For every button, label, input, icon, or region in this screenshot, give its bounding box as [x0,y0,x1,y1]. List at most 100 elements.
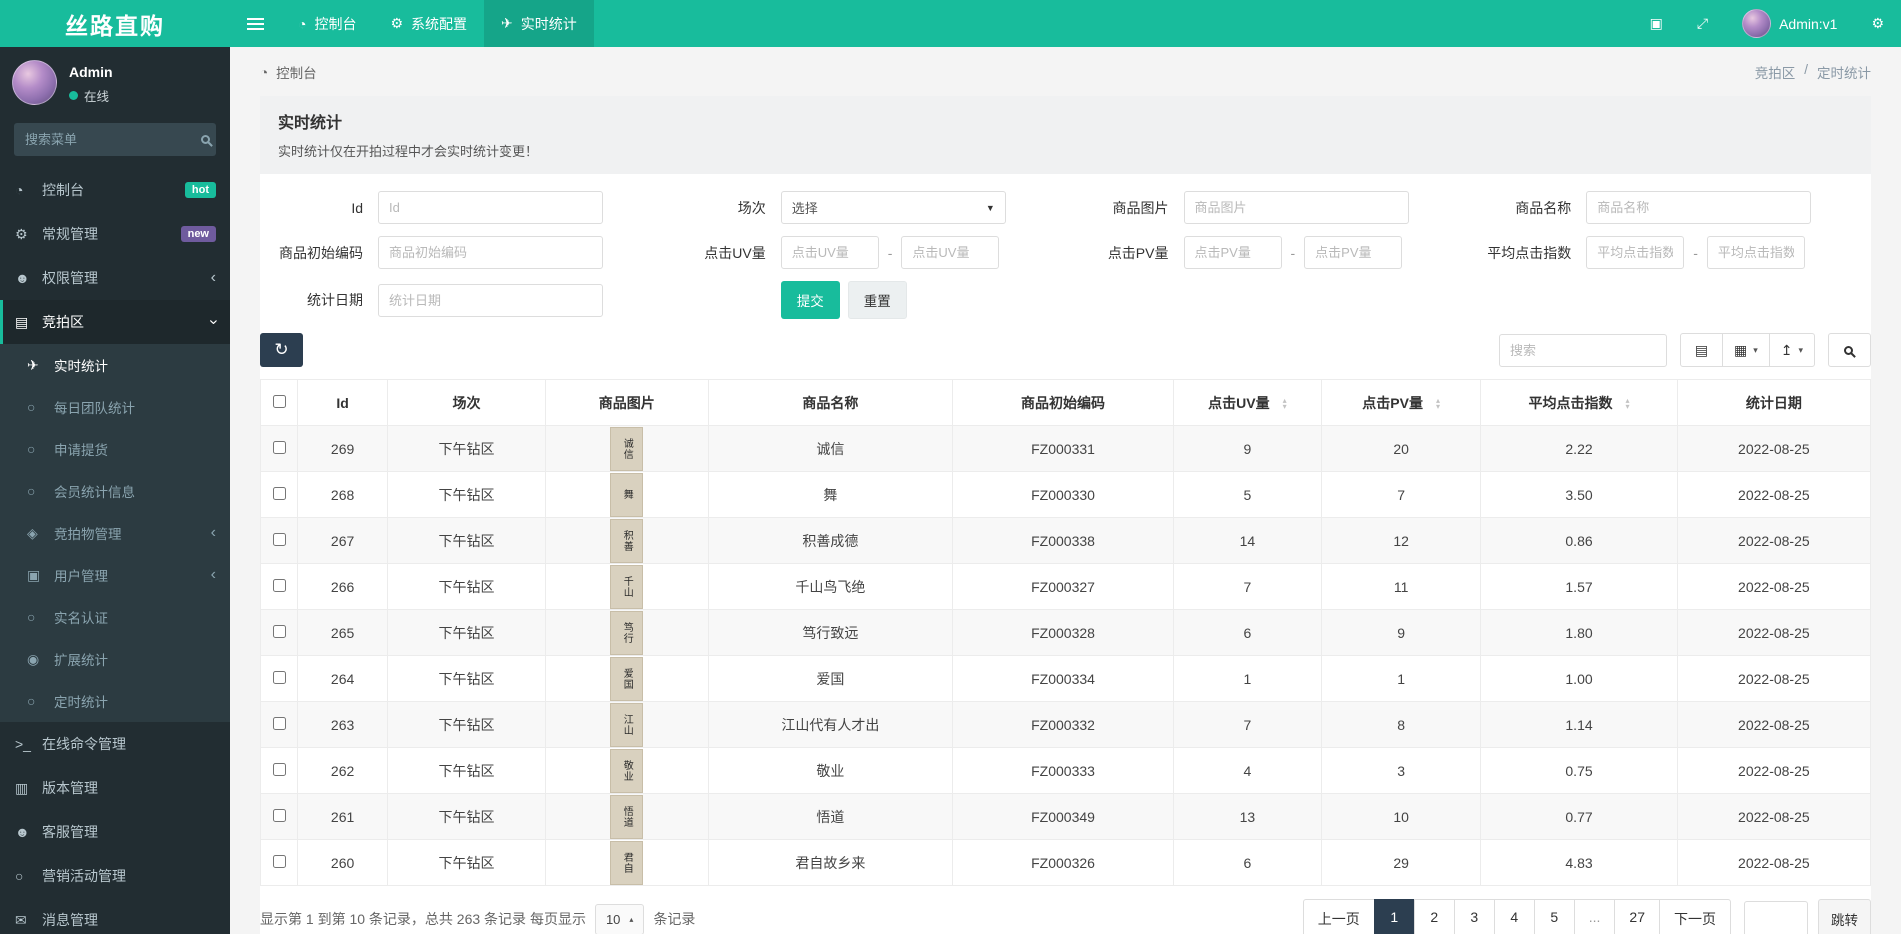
row-checkbox[interactable] [272,532,286,546]
jump-button[interactable]: 跳转 [1818,899,1871,934]
filter-id: Id [260,191,663,224]
export-button[interactable]: ↥ ▾ [1768,333,1815,367]
table-search-input[interactable] [1498,333,1667,367]
id-input[interactable] [378,191,603,224]
page-button-1[interactable]: 1 [1373,899,1415,934]
terminal-icon: >_ [15,736,31,752]
user-menu[interactable]: Admin:v1 [1725,0,1854,47]
sidebar-item[interactable]: ✉ 消息管理 [0,898,230,934]
chevron-left-icon: ‹ [210,269,216,286]
breadcrumb-section[interactable]: 竞拍区 [1755,62,1796,82]
sidebar-item[interactable]: ⚙ 常规管理 new [0,212,230,256]
avg-min-input[interactable] [1586,236,1685,269]
breadcrumb-home[interactable]: ◔ 控制台 [260,62,317,82]
product-image[interactable]: 诚信 [610,426,644,471]
sidebar-toggle-button[interactable] [230,0,281,47]
refresh-button[interactable]: ↻ [260,333,303,367]
row-checkbox[interactable] [272,854,286,868]
page-button-3[interactable]: 3 [1453,899,1495,934]
prev-page-button[interactable]: 上一页 [1302,899,1375,934]
row-checkbox[interactable] [272,808,286,822]
sidebar-item[interactable]: ✈ 实时统计 [0,344,230,386]
column-header-pv[interactable]: 点击PV量 ▴ ▾ [1320,379,1482,426]
sidebar-item-label: 竞拍区 [42,314,84,330]
sidebar-item[interactable]: ◔ 控制台 hot [0,168,230,212]
filter-code: 商品初始编码 [260,236,663,269]
sidebar-item-label: 消息管理 [42,912,98,928]
sidebar-item[interactable]: ○ 定时统计 [0,680,230,722]
advanced-search-button[interactable] [1828,333,1871,367]
address-book-icon: ▣ [27,566,41,583]
sidebar-item[interactable]: ☻ 权限管理 ‹ [0,256,230,300]
sidebar-item[interactable]: ◈ 竞拍物管理 ‹ [0,512,230,554]
uv-min-input[interactable] [780,236,879,269]
row-checkbox[interactable] [272,486,286,500]
row-checkbox[interactable] [272,670,286,684]
row-checkbox[interactable] [272,578,286,592]
sidebar-item[interactable]: ▥ 版本管理 [0,766,230,810]
name-input[interactable] [1586,191,1812,224]
sidebar-item[interactable]: ▤ 竞拍区 ‹ [0,300,230,344]
product-image[interactable]: 悟道 [610,794,644,839]
product-image[interactable]: 爱国 [610,656,644,701]
sidebar-item[interactable]: ○ 每日团队统计 [0,386,230,428]
select-all-checkbox[interactable] [272,394,286,408]
submit-button[interactable]: 提交 [780,281,840,319]
column-header-avg[interactable]: 平均点击指数 ▴ ▾ [1480,379,1678,426]
jump-page-input[interactable] [1744,901,1808,934]
row-checkbox[interactable] [272,624,286,638]
row-checkbox[interactable] [272,762,286,776]
row-checkbox[interactable] [272,716,286,730]
image-input[interactable] [1183,191,1409,224]
product-image[interactable]: 敬业 [610,748,644,793]
sidebar-item[interactable]: ○ 实名认证 [0,596,230,638]
uv-max-input[interactable] [901,236,1000,269]
pv-min-input[interactable] [1183,236,1282,269]
sidebar-item[interactable]: ▣ 用户管理 ‹ [0,554,230,596]
page-button-27[interactable]: 27 [1614,899,1660,934]
page-button-2[interactable]: 2 [1413,899,1455,934]
cell-id: 269 [297,425,389,472]
sidebar-item[interactable]: ◉ 扩展统计 [0,638,230,680]
lock-screen-button[interactable]: ▣ [1633,0,1680,47]
page-button-5[interactable]: 5 [1533,899,1575,934]
sidebar-item[interactable]: >_ 在线命令管理 [0,722,230,766]
page-button-4[interactable]: 4 [1493,899,1535,934]
sidebar-item[interactable]: ○ 营销活动管理 [0,854,230,898]
detail-view-button[interactable]: ▤ [1679,333,1723,367]
product-image[interactable]: 江山 [610,702,644,747]
cell-date: 2022-08-25 [1676,701,1872,748]
cell-id: 264 [297,655,389,702]
topnav-item[interactable]: ⚙ 系统配置 [373,0,484,47]
avg-max-input[interactable] [1706,236,1805,269]
sidebar-item[interactable]: ○ 会员统计信息 [0,470,230,512]
product-image[interactable]: 笃行 [610,610,644,655]
record-summary-prefix: 显示第 1 到第 10 条记录，总共 263 条记录 每页显示 [260,911,586,927]
product-image[interactable]: 积善 [610,518,644,563]
sidebar-search-input[interactable] [25,132,201,147]
topnav-item[interactable]: ✈ 实时统计 [484,0,594,47]
row-checkbox[interactable] [272,440,286,454]
sidebar-item[interactable]: ☻ 客服管理 [0,810,230,854]
product-image[interactable]: 千山 [610,564,644,609]
column-header-uv[interactable]: 点击UV量 ▴ ▾ [1172,379,1322,426]
page-size-select[interactable]: 10 ▴ [594,903,645,934]
id-label: Id [351,199,363,216]
date-input[interactable] [378,283,603,317]
columns-button[interactable]: ▦ ▾ [1721,333,1770,367]
product-image[interactable]: 舞 [610,472,644,517]
reset-button[interactable]: 重置 [847,281,907,319]
product-image[interactable]: 君自 [610,840,644,885]
topnav-item[interactable]: ◔ 控制台 [281,0,373,47]
brand-logo[interactable]: 丝路直购 [0,0,230,47]
filter-uv: 点击UV量 - [663,236,1066,269]
fullscreen-button[interactable]: ⤢ [1680,0,1725,47]
menu-icon [247,17,264,30]
session-select[interactable]: 选择 ▼ [780,191,1006,224]
next-page-button[interactable]: 下一页 [1659,899,1731,934]
sidebar-item[interactable]: ○ 申请提货 [0,428,230,470]
settings-button[interactable]: ⚙ [1854,0,1901,47]
pv-max-input[interactable] [1304,236,1403,269]
code-input[interactable] [378,236,603,269]
